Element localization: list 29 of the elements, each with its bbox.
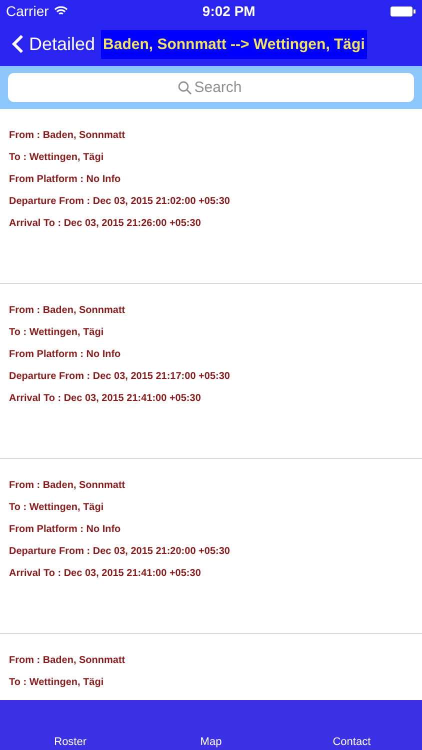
trip-detail: To : Wettingen, Tägi [9, 326, 105, 340]
clock-time: 9:02 PM [202, 3, 256, 19]
trip-detail: From Platform : No Info [9, 348, 122, 362]
search-icon [178, 81, 192, 95]
trip-detail: Arrival To : Dec 03, 2015 21:41:00 +05:30 [9, 567, 202, 581]
trip-detail: From Platform : No Info [9, 173, 122, 187]
trip-detail: From : Baden, Sonnmatt [9, 304, 126, 318]
trip-detail: From Platform : No Info [9, 523, 122, 537]
route-title: Baden, Sonnmatt --> Wettingen, Tägi [101, 30, 367, 58]
carrier-label: Carrier [6, 3, 49, 19]
trip-detail: Arrival To : Dec 03, 2015 21:26:00 +05:30 [9, 217, 202, 231]
trip-detail: To : Wettingen, Tägi [9, 676, 105, 690]
trip-detail: To : Wettingen, Tägi [9, 151, 105, 165]
trip-detail: From : Baden, Sonnmatt [9, 654, 126, 668]
tab[interactable]: Contact [281, 736, 422, 750]
trip-detail: From : Baden, Sonnmatt [9, 129, 126, 143]
battery-icon [390, 6, 416, 16]
search-field[interactable]: Search [8, 73, 414, 102]
back-button[interactable]: Detailed [12, 34, 96, 54]
chevron-left-icon [12, 34, 24, 54]
tab[interactable]: Roster [0, 736, 141, 750]
tab[interactable]: Map [140, 736, 282, 750]
trip-detail: Departure From : Dec 03, 2015 21:17:00 +05:30 [9, 370, 231, 384]
wifi-icon [54, 6, 68, 16]
trip-detail: From : Baden, Sonnmatt [9, 479, 126, 493]
trip-detail: To : Wettingen, Tägi [9, 501, 105, 515]
trip-detail: Departure From : Dec 03, 2015 21:20:00 +05:30 [9, 545, 231, 559]
trip-detail: Departure From : Dec 03, 2015 21:02:00 +05:30 [9, 195, 231, 209]
trip-detail: Arrival To : Dec 03, 2015 21:41:00 +05:30 [9, 392, 202, 406]
